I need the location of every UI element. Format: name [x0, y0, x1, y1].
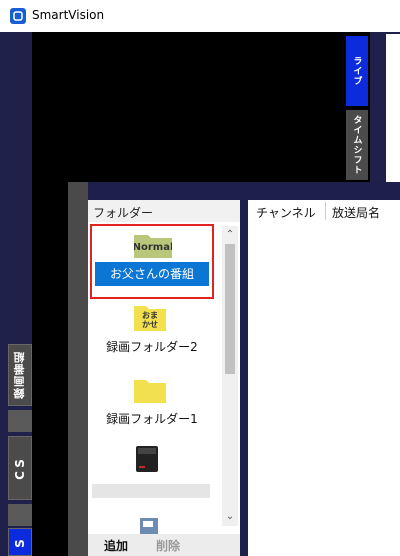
tab-live[interactable]: ライブ	[346, 36, 368, 106]
right-panel-content	[386, 34, 400, 186]
scroll-thumb[interactable]	[225, 244, 235, 374]
recorder-device-icon[interactable]	[134, 444, 162, 474]
blurred-label	[92, 484, 210, 498]
panel-edge	[68, 182, 88, 556]
folder-label: お父さんの番組	[95, 262, 209, 286]
omakase-folder-icon[interactable]: おま かせ	[134, 303, 166, 331]
column-channel[interactable]: チャンネル	[256, 200, 316, 222]
delete-button[interactable]: 削除	[156, 537, 180, 554]
svg-text:かせ: かせ	[142, 320, 158, 329]
tab-live-label: ライブ	[351, 56, 362, 86]
normal-folder-icon: Normal	[134, 235, 172, 258]
tab-cs[interactable]: CS	[8, 436, 32, 500]
folder-label[interactable]: 録画フォルダー2	[92, 338, 212, 355]
scroll-up-icon[interactable]: ⌃	[222, 228, 238, 242]
tab-bs[interactable]: S	[8, 528, 32, 556]
folder-icon[interactable]	[134, 377, 166, 403]
tab-bs-label: S	[13, 536, 27, 548]
device-icon[interactable]	[138, 516, 162, 534]
svg-text:Normal: Normal	[134, 242, 172, 253]
window-title: SmartVision	[32, 8, 105, 22]
tab-spacer	[8, 410, 32, 432]
tab-spacer	[8, 504, 32, 526]
channel-list	[248, 200, 400, 556]
column-divider	[325, 202, 326, 220]
tab-timeshift[interactable]: タイムシフト	[346, 110, 368, 180]
app-logo-icon	[10, 8, 26, 24]
tab-recorded-programs[interactable]: 録画番組	[8, 344, 32, 406]
column-station-name[interactable]: 放送局名	[332, 200, 380, 222]
tab-timeshift-label: タイムシフト	[351, 115, 362, 175]
scroll-down-icon[interactable]: ⌄	[222, 510, 238, 524]
add-button[interactable]: 追加	[104, 537, 128, 554]
tab-cs-label: CS	[13, 456, 28, 480]
svg-text:おま: おま	[142, 311, 158, 320]
folder-header: フォルダー	[88, 200, 240, 222]
folder-label[interactable]: 録画フォルダー1	[92, 410, 212, 427]
tab-recorded-programs-label: 録画番組	[13, 351, 26, 399]
